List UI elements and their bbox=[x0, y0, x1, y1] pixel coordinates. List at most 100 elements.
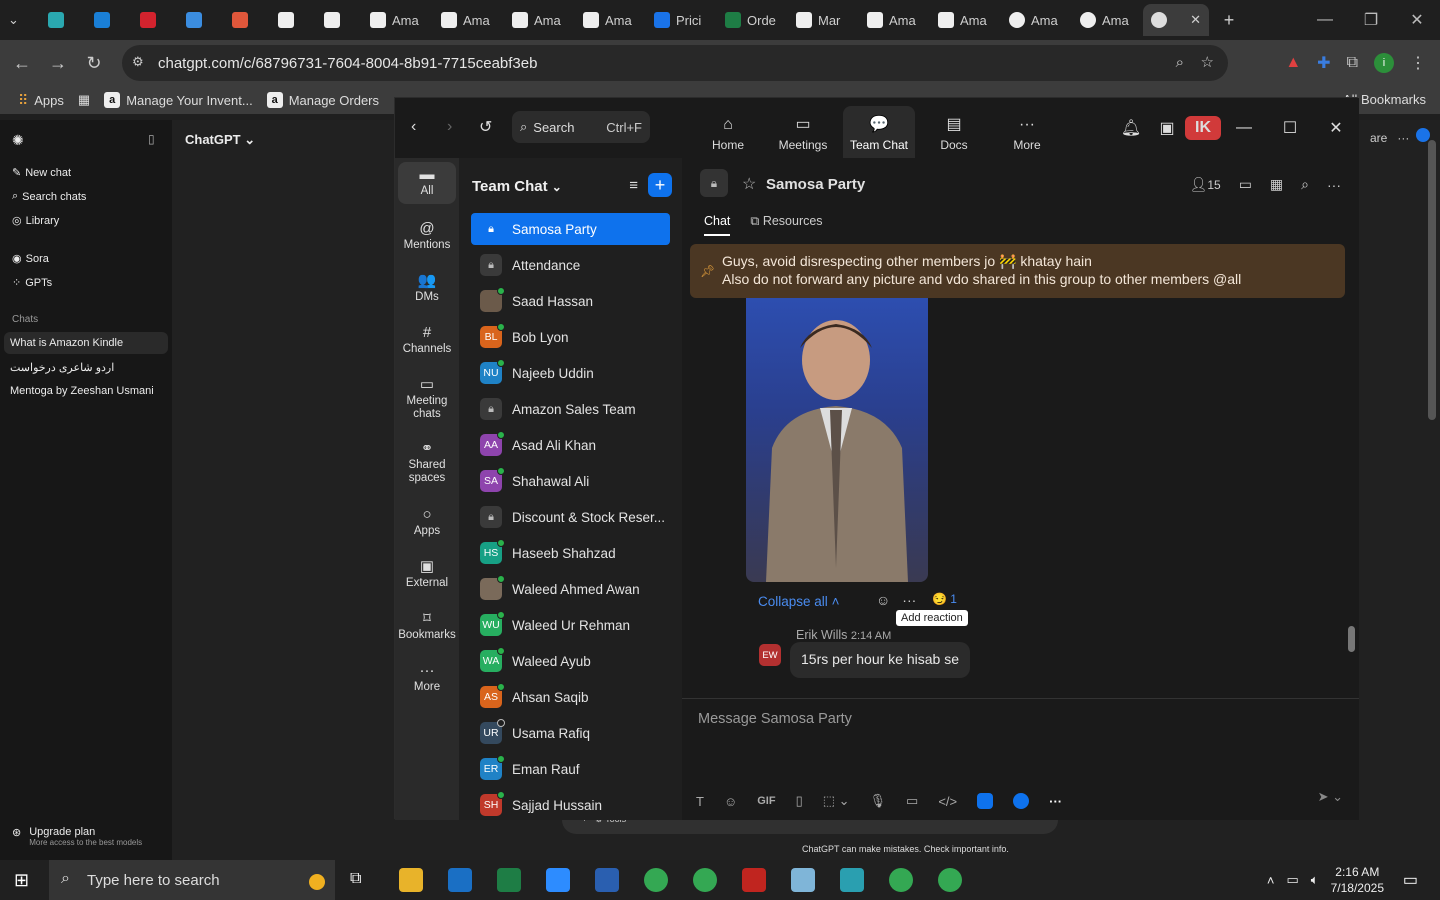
upgrade-plan-button[interactable]: ⊛ Upgrade plan More access to the best mod… bbox=[12, 826, 142, 847]
rail-mentions[interactable]: @ Mentions bbox=[398, 221, 456, 252]
rail-bookmarks[interactable]: ⌑ Bookmarks bbox=[398, 611, 456, 642]
calendar-icon[interactable]: ▣ bbox=[1149, 118, 1185, 138]
address-bar[interactable]: ⚙ chatgpt.com/c/68796731-7604-8004-8b91-… bbox=[122, 45, 1228, 81]
bell-icon[interactable]: 🔔︎ bbox=[1113, 118, 1149, 138]
channel-title[interactable]: Samosa Party bbox=[766, 176, 865, 193]
tab-favicon[interactable] bbox=[40, 4, 86, 36]
new-chat-button[interactable]: ✎ New chat bbox=[12, 166, 71, 180]
nav-more[interactable]: ··· More bbox=[991, 106, 1063, 158]
avatar[interactable]: EW bbox=[759, 644, 781, 666]
tab-favicon[interactable] bbox=[86, 4, 132, 36]
site-info-icon[interactable]: ⚙ bbox=[132, 54, 144, 70]
menu-icon[interactable]: ⋮ bbox=[1410, 53, 1426, 73]
channel-item[interactable]: WU Waleed Ur Rehman bbox=[471, 609, 670, 641]
gif-button[interactable]: GIF bbox=[757, 795, 775, 807]
channel-item[interactable]: HS Haseeb Shahzad bbox=[471, 537, 670, 569]
browser-tab[interactable]: Ama bbox=[1001, 4, 1072, 36]
channel-item[interactable]: 🔒︎ Attendance bbox=[471, 249, 670, 281]
rail-all[interactable]: ▬ All bbox=[398, 162, 456, 204]
browser-tab-active[interactable]: ✕ bbox=[1143, 4, 1209, 36]
pinned-message[interactable]: 📌︎ Guys, avoid disrespecting other membe… bbox=[690, 244, 1345, 298]
app-icon[interactable] bbox=[840, 868, 864, 892]
browser-tab[interactable]: Ama bbox=[504, 4, 575, 36]
emoji-add-icon[interactable]: ☺ bbox=[876, 592, 890, 608]
windows-start-icon[interactable]: ⊞ bbox=[14, 870, 29, 891]
tab-favicon[interactable] bbox=[178, 4, 224, 36]
minimize-icon[interactable]: — bbox=[1302, 0, 1348, 40]
bookmark-apps[interactable]: ⠿ Apps bbox=[18, 92, 64, 109]
volume-icon[interactable]: 🔈︎ bbox=[1311, 872, 1319, 888]
zoom-icon[interactable] bbox=[546, 868, 570, 892]
bookmark-manage-inventory[interactable]: a Manage Your Invent... bbox=[104, 92, 253, 108]
code-icon[interactable]: </> bbox=[938, 794, 957, 809]
avatar[interactable]: IK bbox=[1185, 116, 1221, 140]
channel-item[interactable]: 🔒︎ Amazon Sales Team bbox=[471, 393, 670, 425]
rail-more[interactable]: ··· More bbox=[398, 663, 456, 694]
tab-favicon[interactable] bbox=[132, 4, 178, 36]
chat-history-item[interactable]: What is Amazon Kindle bbox=[4, 332, 168, 354]
library-button[interactable]: ◎ Library bbox=[12, 214, 59, 228]
nav-team-chat[interactable]: 💬 Team Chat bbox=[843, 106, 915, 158]
tab-favicon[interactable] bbox=[224, 4, 270, 36]
rail-dms[interactable]: 👥 DMs bbox=[398, 273, 456, 304]
browser-tab[interactable]: Ama bbox=[433, 4, 504, 36]
browser-tab[interactable]: Mar bbox=[788, 4, 859, 36]
microphone-icon[interactable]: 🎙︎ bbox=[870, 793, 887, 809]
channel-item[interactable]: WA Waleed Ayub bbox=[471, 645, 670, 677]
history-icon[interactable]: ↺ bbox=[479, 117, 492, 137]
rail-apps[interactable]: ○ Apps bbox=[398, 507, 456, 538]
excel-icon[interactable] bbox=[497, 868, 521, 892]
calendar-icon[interactable]: ▦ bbox=[1270, 176, 1283, 193]
message-composer[interactable]: Message Samosa Party T ☺ GIF ▯ ⬚ ⌄ 🎙︎ ▭ … bbox=[682, 698, 1359, 820]
restore-icon[interactable]: ❐ bbox=[1348, 0, 1394, 40]
channel-item[interactable]: Saad Hassan bbox=[471, 285, 670, 317]
shared-photo[interactable] bbox=[746, 298, 928, 582]
browser-tab[interactable]: Ama bbox=[1072, 4, 1143, 36]
share-area[interactable]: are ··· bbox=[1370, 128, 1430, 145]
calculator-icon[interactable] bbox=[595, 868, 619, 892]
close-icon[interactable]: ✕ bbox=[1190, 12, 1201, 28]
new-tab-button[interactable]: + bbox=[1209, 4, 1249, 36]
back-arrow-icon[interactable]: ‹ bbox=[411, 118, 416, 136]
chat-history-item[interactable]: اردو شاعری درخواست bbox=[10, 361, 114, 374]
app-icon[interactable] bbox=[1013, 793, 1030, 809]
taskbar-search[interactable]: ⌕ Type here to search bbox=[49, 860, 335, 900]
openai-logo-icon[interactable]: ✺ bbox=[12, 132, 24, 149]
rail-channels[interactable]: # Channels bbox=[398, 325, 456, 356]
browser-tab[interactable]: Ama bbox=[859, 4, 930, 36]
channel-item[interactable]: Waleed Ahmed Awan bbox=[471, 573, 670, 605]
video-icon[interactable]: ▭ bbox=[906, 793, 918, 809]
sidebar-toggle-icon[interactable]: ▯ bbox=[148, 132, 155, 146]
tab-favicon[interactable] bbox=[316, 4, 362, 36]
more-icon[interactable]: ··· bbox=[1327, 177, 1341, 193]
send-button[interactable]: ➤ ⌄ bbox=[1318, 789, 1343, 805]
tab-search-button[interactable]: ⌄ bbox=[0, 4, 40, 36]
channel-item[interactable]: ER Eman Rauf bbox=[471, 753, 670, 785]
task-view-icon[interactable]: ⧉ bbox=[350, 870, 361, 888]
extension-icon[interactable]: ▲ bbox=[1285, 54, 1301, 72]
tab-chat[interactable]: Chat bbox=[704, 214, 731, 236]
chevron-up-icon[interactable]: ˄ bbox=[1267, 873, 1275, 888]
sora-button[interactable]: ◉ Sora bbox=[12, 252, 49, 266]
screenshot-icon[interactable]: ⬚ ⌄ bbox=[823, 793, 850, 809]
channel-item[interactable]: AA Asad Ali Khan bbox=[471, 429, 670, 461]
scrollbar[interactable] bbox=[1348, 626, 1355, 652]
model-selector[interactable]: ChatGPT ⌄ bbox=[185, 132, 255, 148]
nav-home[interactable]: ⌂ Home bbox=[692, 106, 764, 158]
channel-item[interactable]: 🔒︎ Discount & Stock Reser... bbox=[471, 501, 670, 533]
channel-item[interactable]: AS Ahsan Saqib bbox=[471, 681, 670, 713]
channel-item[interactable]: BL Bob Lyon bbox=[471, 321, 670, 353]
message-bubble[interactable]: 15rs per hour ke hisab se bbox=[790, 642, 970, 678]
clock[interactable]: 2:16 AM 7/18/2025 bbox=[1331, 864, 1384, 896]
zoom-icon[interactable]: ⌕ bbox=[1176, 54, 1184, 71]
more-icon[interactable]: ··· bbox=[902, 592, 916, 608]
browser-tab[interactable]: Prici bbox=[646, 4, 717, 36]
notification-icon[interactable]: ▭ bbox=[1403, 870, 1418, 890]
composer-placeholder[interactable]: Message Samosa Party bbox=[698, 711, 852, 727]
network-icon[interactable]: ▭ bbox=[1287, 872, 1299, 888]
app-icon[interactable] bbox=[977, 793, 994, 809]
close-icon[interactable]: ✕ bbox=[1394, 0, 1440, 40]
team-chat-dropdown[interactable]: Team Chat ⌄ bbox=[472, 178, 562, 195]
members-button[interactable]: 👤︎15 bbox=[1190, 176, 1221, 193]
close-icon[interactable]: ✕ bbox=[1313, 118, 1359, 138]
